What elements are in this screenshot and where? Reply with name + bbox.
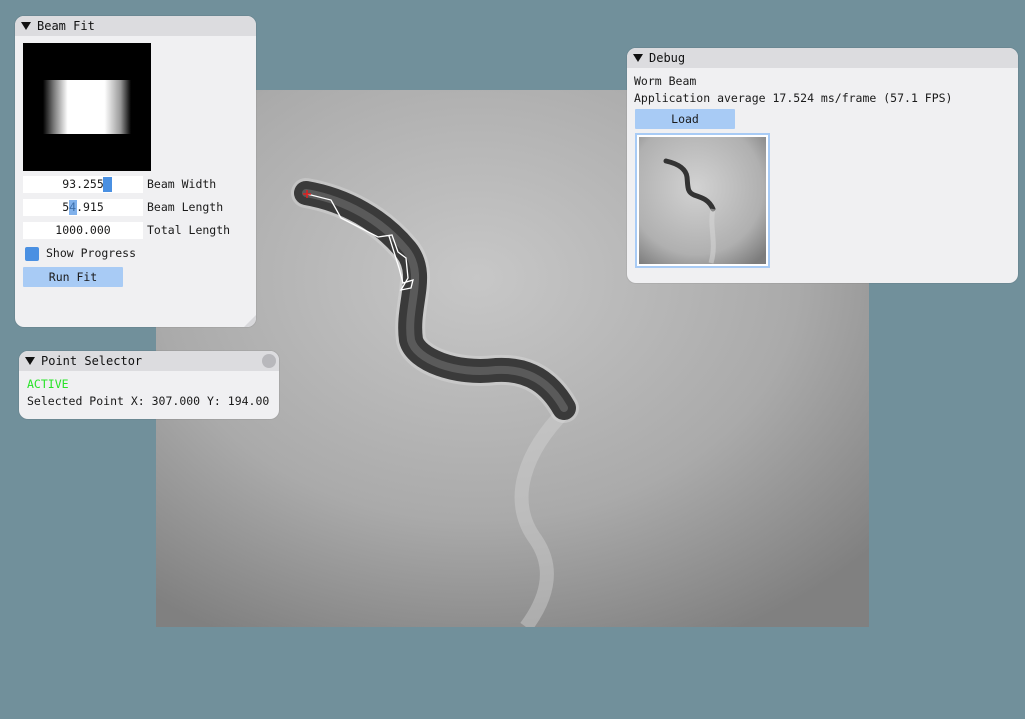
- text-cursor-icon: [103, 177, 112, 192]
- beam-width-input[interactable]: 93.255: [23, 176, 143, 193]
- beam-fit-title: Beam Fit: [37, 19, 95, 33]
- beam-preview-bar: [43, 80, 131, 134]
- resize-grip-icon[interactable]: [244, 315, 256, 327]
- text-selection-icon: [69, 200, 77, 215]
- show-progress-label: Show Progress: [46, 246, 137, 260]
- load-button[interactable]: Load: [635, 109, 735, 129]
- total-length-value: 1000.000: [55, 223, 111, 237]
- collapse-triangle-icon[interactable]: [633, 53, 643, 62]
- debug-heading: Worm Beam: [634, 74, 697, 88]
- point-selector-title-bar[interactable]: Point Selector: [19, 351, 279, 371]
- collapse-triangle-icon[interactable]: [21, 21, 31, 30]
- beam-fit-window[interactable]: Beam Fit 93.255 Beam Width 54.915 Beam L…: [15, 16, 256, 327]
- beam-fit-title-bar[interactable]: Beam Fit: [15, 16, 256, 36]
- beam-width-label: Beam Width: [147, 177, 217, 191]
- debug-window[interactable]: Debug Worm Beam Application average 17.5…: [627, 48, 1018, 283]
- total-length-label: Total Length: [147, 223, 231, 237]
- beam-width-value: 93.255: [62, 177, 104, 191]
- beam-length-input[interactable]: 54.915: [23, 199, 143, 216]
- perf-text: Application average 17.524 ms/frame (57.…: [634, 91, 953, 105]
- status-active-text: ACTIVE: [27, 377, 69, 391]
- debug-title-bar[interactable]: Debug: [627, 48, 1018, 68]
- point-selector-title: Point Selector: [41, 354, 143, 368]
- run-fit-button[interactable]: Run Fit: [23, 267, 123, 287]
- collapse-triangle-icon[interactable]: [25, 356, 35, 365]
- debug-title: Debug: [649, 51, 686, 65]
- close-icon[interactable]: [262, 354, 276, 368]
- thumbnail-trail: [708, 208, 716, 264]
- beam-length-label: Beam Length: [147, 200, 224, 214]
- beam-preview-image: [23, 43, 151, 171]
- total-length-input[interactable]: 1000.000: [23, 222, 143, 239]
- show-progress-checkbox[interactable]: [25, 247, 39, 261]
- selected-point-text: Selected Point X: 307.000 Y: 194.00: [27, 394, 270, 408]
- point-selector-window[interactable]: Point Selector ACTIVE Selected Point X: …: [19, 351, 279, 419]
- thumbnail-image[interactable]: [635, 133, 770, 268]
